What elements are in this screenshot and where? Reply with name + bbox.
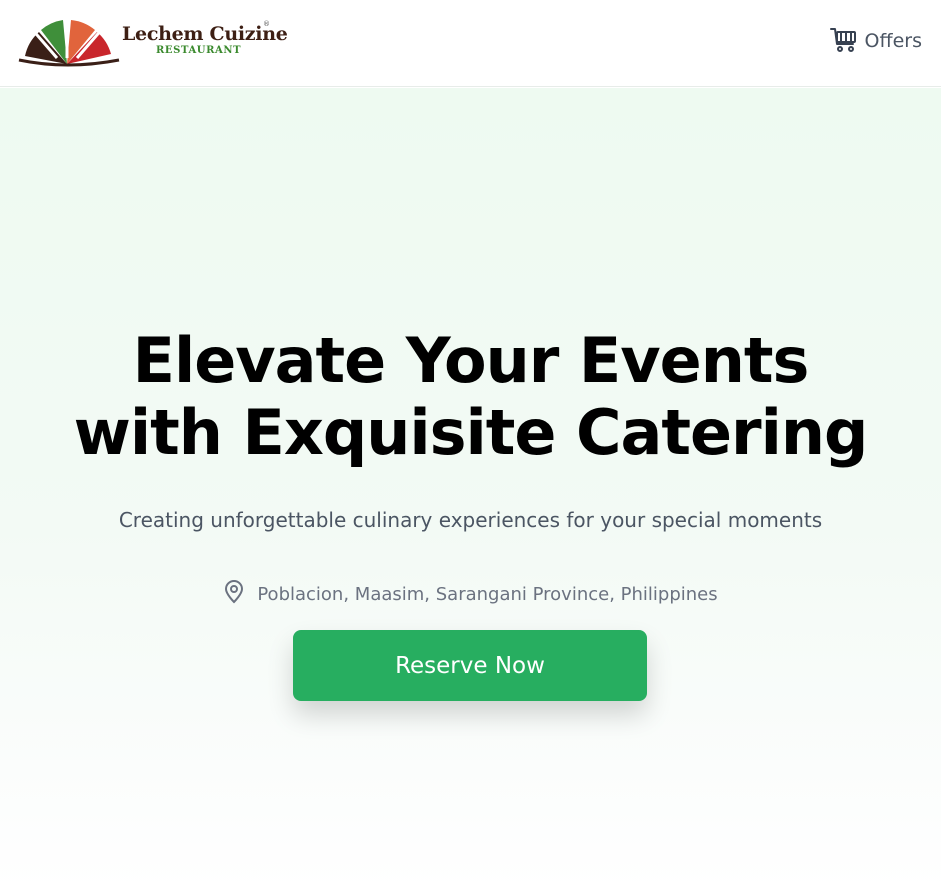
hero-title: Elevate Your Events with Exquisite Cater… — [0, 325, 941, 469]
hero-title-line-2: with Exquisite Catering — [73, 396, 869, 469]
reserve-now-button[interactable]: Reserve Now — [293, 630, 647, 701]
registered-mark: ® — [263, 20, 270, 28]
location-text: Poblacion, Maasim, Sarangani Province, P… — [257, 583, 718, 605]
shopping-cart-icon — [829, 24, 859, 58]
site-header: Lechem Cuizine ® RESTAURANT Offers — [0, 0, 941, 87]
hero-section — [0, 88, 941, 890]
hero-subtitle: Creating unforgettable culinary experien… — [118, 508, 823, 532]
logo-emblem — [18, 18, 120, 67]
offers-link[interactable]: Offers — [829, 26, 922, 56]
offers-label: Offers — [864, 30, 922, 52]
brand-subtitle: RESTAURANT — [156, 45, 242, 56]
location-row: Poblacion, Maasim, Sarangani Province, P… — [0, 580, 941, 608]
hero-title-line-1: Elevate Your Events — [132, 324, 810, 397]
brand-logo[interactable]: Lechem Cuizine ® RESTAURANT — [17, 14, 288, 70]
map-pin-icon — [223, 580, 245, 608]
